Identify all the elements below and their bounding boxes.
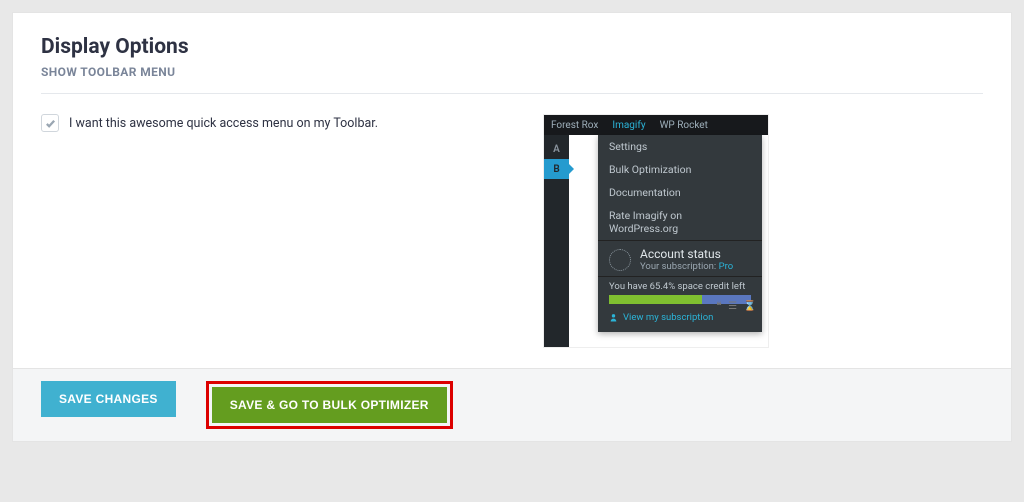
status-circle-icon xyxy=(609,249,631,271)
preview-menu-item: Documentation xyxy=(598,181,762,204)
checkmark-icon xyxy=(45,118,56,129)
display-options-panel: Display Options SHOW TOOLBAR MENU I want… xyxy=(12,12,1012,369)
preview-menu-item: Rate Imagify on WordPress.org xyxy=(598,204,762,240)
save-changes-button[interactable]: Save Changes xyxy=(41,381,176,417)
preview-tab: Forest Rox xyxy=(544,115,605,135)
preview-side-handle: A xyxy=(544,139,569,159)
highlight-annotation: Save & Go to Bulk Optimizer xyxy=(206,381,453,429)
options-body: I want this awesome quick access menu on… xyxy=(41,114,983,348)
view-subscription-label: View my subscription xyxy=(623,312,713,323)
preview-menu-item: Settings xyxy=(598,135,762,158)
status-sub-label: Your subscription: xyxy=(640,261,716,272)
status-credit-text: You have 65.4% space credit left xyxy=(598,277,762,295)
options-left: I want this awesome quick access menu on… xyxy=(41,114,535,348)
toolbar-option-checkbox[interactable] xyxy=(41,114,59,132)
preview-sidebar: A B xyxy=(544,135,569,347)
preview-tab: WP Rocket xyxy=(653,115,715,135)
status-credit-bar-fill xyxy=(609,295,702,304)
toolbar-preview-image: Forest Rox Imagify WP Rocket A B Setting… xyxy=(543,114,769,348)
status-subscription: Your subscription: Pro xyxy=(640,261,733,272)
preview-editor-icons: ❝ ☰ ⌛ xyxy=(716,301,758,312)
preview-admin-bar: Forest Rox Imagify WP Rocket xyxy=(544,115,768,135)
preview-column: Forest Rox Imagify WP Rocket A B Setting… xyxy=(543,114,983,348)
section-subtitle: SHOW TOOLBAR MENU xyxy=(41,65,983,94)
toolbar-option-row[interactable]: I want this awesome quick access menu on… xyxy=(41,114,535,132)
section-title: Display Options xyxy=(41,35,983,59)
user-icon xyxy=(609,313,618,322)
preview-account-status: Account status Your subscription: Pro xyxy=(598,241,762,276)
toolbar-option-label: I want this awesome quick access menu on… xyxy=(69,116,378,131)
preview-tab-active: Imagify xyxy=(605,115,652,135)
status-tier: Pro xyxy=(719,261,734,272)
preview-body: A B Settings Bulk Optimization Documenta… xyxy=(544,135,768,347)
save-bulk-optimizer-button[interactable]: Save & Go to Bulk Optimizer xyxy=(212,387,447,423)
preview-side-handle-accent: B xyxy=(544,159,569,179)
footer-actions: Save Changes Save & Go to Bulk Optimizer xyxy=(12,369,1012,442)
status-text: Account status Your subscription: Pro xyxy=(640,247,733,272)
preview-menu-item: Bulk Optimization xyxy=(598,158,762,181)
status-title: Account status xyxy=(640,247,733,261)
